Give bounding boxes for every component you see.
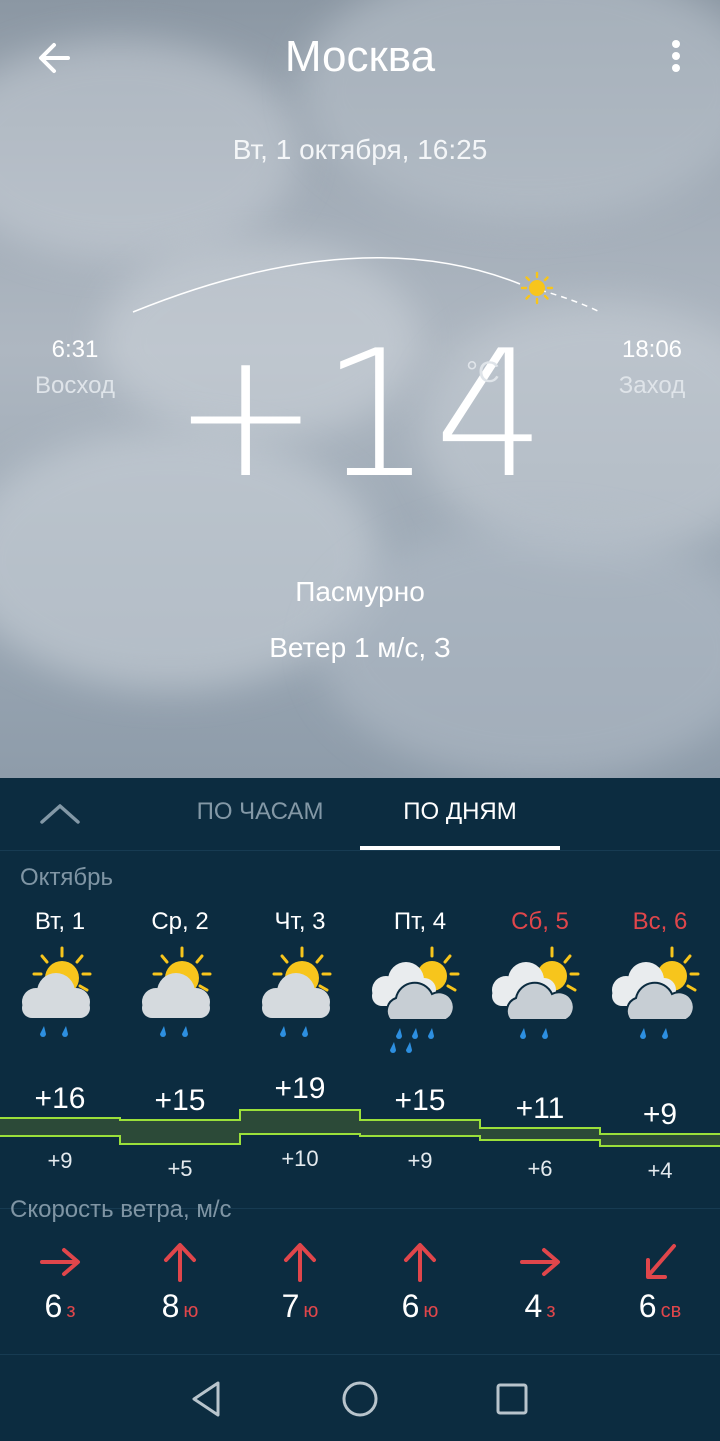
arrow-up-icon — [164, 1243, 196, 1282]
wind-speed: 8ю — [120, 1288, 240, 1325]
weather-condition: Пасмурно — [295, 576, 425, 607]
day-label[interactable]: Вт, 1 — [0, 908, 120, 936]
system-navigation-bar — [0, 1354, 720, 1441]
tab-days[interactable]: ПО ДНЯМ — [360, 798, 560, 826]
weather-hero: Москва Вт, 1 октября, 16:25 6:31 Восход … — [0, 0, 720, 778]
month-label: Октябрь — [20, 864, 114, 891]
max-temp: +16 — [34, 1082, 86, 1115]
wind-direction: св — [660, 1300, 682, 1322]
max-temp: +9 — [642, 1098, 678, 1131]
cloudy-rain-icon — [492, 946, 580, 1039]
min-temp: +9 — [47, 1148, 73, 1173]
arrow-right-icon — [520, 1248, 560, 1276]
forecast-panel: ПО ЧАСАМ ПО ДНЯМ Октябрь Вт, 1 Ср, 2 Чт,… — [0, 778, 720, 1354]
wind-speed-value: 8 — [161, 1288, 180, 1324]
current-datetime: Вт, 1 октября, 16:25 — [232, 134, 488, 165]
wind-speed-value: 6 — [44, 1288, 63, 1324]
wind-speed-value: 7 — [281, 1288, 300, 1324]
min-temp: +4 — [647, 1158, 673, 1183]
cloudy-rain-icon — [612, 946, 700, 1039]
current-wind: Ветер 1 м/с, З — [269, 632, 451, 663]
day-label[interactable]: Чт, 3 — [240, 908, 360, 936]
arrow-up-icon — [284, 1243, 316, 1282]
temperature-unit: °C — [466, 356, 500, 389]
partly-cloudy-rain-icon — [22, 946, 92, 1037]
wind-direction: ю — [423, 1300, 439, 1322]
more-options-icon[interactable] — [660, 34, 692, 82]
wind-speed: 6з — [0, 1288, 120, 1325]
wind-speed-title: Скорость ветра, м/с — [10, 1196, 232, 1223]
cloudy-heavy-rain-icon — [372, 946, 460, 1053]
arrow-right-icon — [40, 1248, 80, 1276]
wind-direction: ю — [183, 1300, 199, 1322]
tab-hours[interactable]: ПО ЧАСАМ — [180, 798, 340, 826]
arrow-down-left-icon — [646, 1244, 676, 1279]
back-nav-icon[interactable] — [184, 1377, 228, 1421]
recents-nav-icon[interactable] — [490, 1377, 534, 1421]
wind-direction: з — [66, 1300, 76, 1322]
wind-speed: 6 св — [600, 1288, 720, 1325]
active-tab-indicator — [360, 846, 560, 850]
max-temp: +19 — [274, 1072, 326, 1105]
wind-speed-value: 6 — [638, 1288, 657, 1324]
day-label-weekend[interactable]: Вс, 6 — [600, 908, 720, 936]
home-nav-icon[interactable] — [338, 1377, 382, 1421]
current-temperature: +14 — [172, 314, 548, 517]
wind-speed: 6ю — [360, 1288, 480, 1325]
partly-cloudy-rain-icon — [142, 946, 212, 1037]
max-temp: +15 — [394, 1084, 446, 1117]
min-temp: +9 — [407, 1148, 433, 1173]
day-label[interactable]: Пт, 4 — [360, 908, 480, 936]
day-label[interactable]: Ср, 2 — [120, 908, 240, 936]
wind-speed: 4з — [480, 1288, 600, 1325]
wind-speed-value: 6 — [401, 1288, 420, 1324]
min-temp: +5 — [167, 1156, 193, 1181]
forecast-tabs: ПО ЧАСАМ ПО ДНЯМ — [0, 778, 720, 851]
city-title: Москва — [284, 32, 436, 81]
min-temp: +10 — [281, 1146, 319, 1171]
wind-speed: 7ю — [240, 1288, 360, 1325]
wind-direction: ю — [303, 1300, 319, 1322]
max-temp: +15 — [154, 1084, 206, 1117]
wind-speed-value: 4 — [524, 1288, 543, 1324]
min-temp: +6 — [527, 1156, 553, 1181]
day-label-weekend[interactable]: Сб, 5 — [480, 908, 600, 936]
wind-direction: з — [546, 1300, 556, 1322]
max-temp: +11 — [515, 1092, 565, 1125]
chevron-up-icon[interactable] — [36, 798, 84, 830]
arrow-up-icon — [404, 1243, 436, 1282]
sun-position-icon — [520, 271, 554, 305]
partly-cloudy-rain-icon — [262, 946, 332, 1037]
